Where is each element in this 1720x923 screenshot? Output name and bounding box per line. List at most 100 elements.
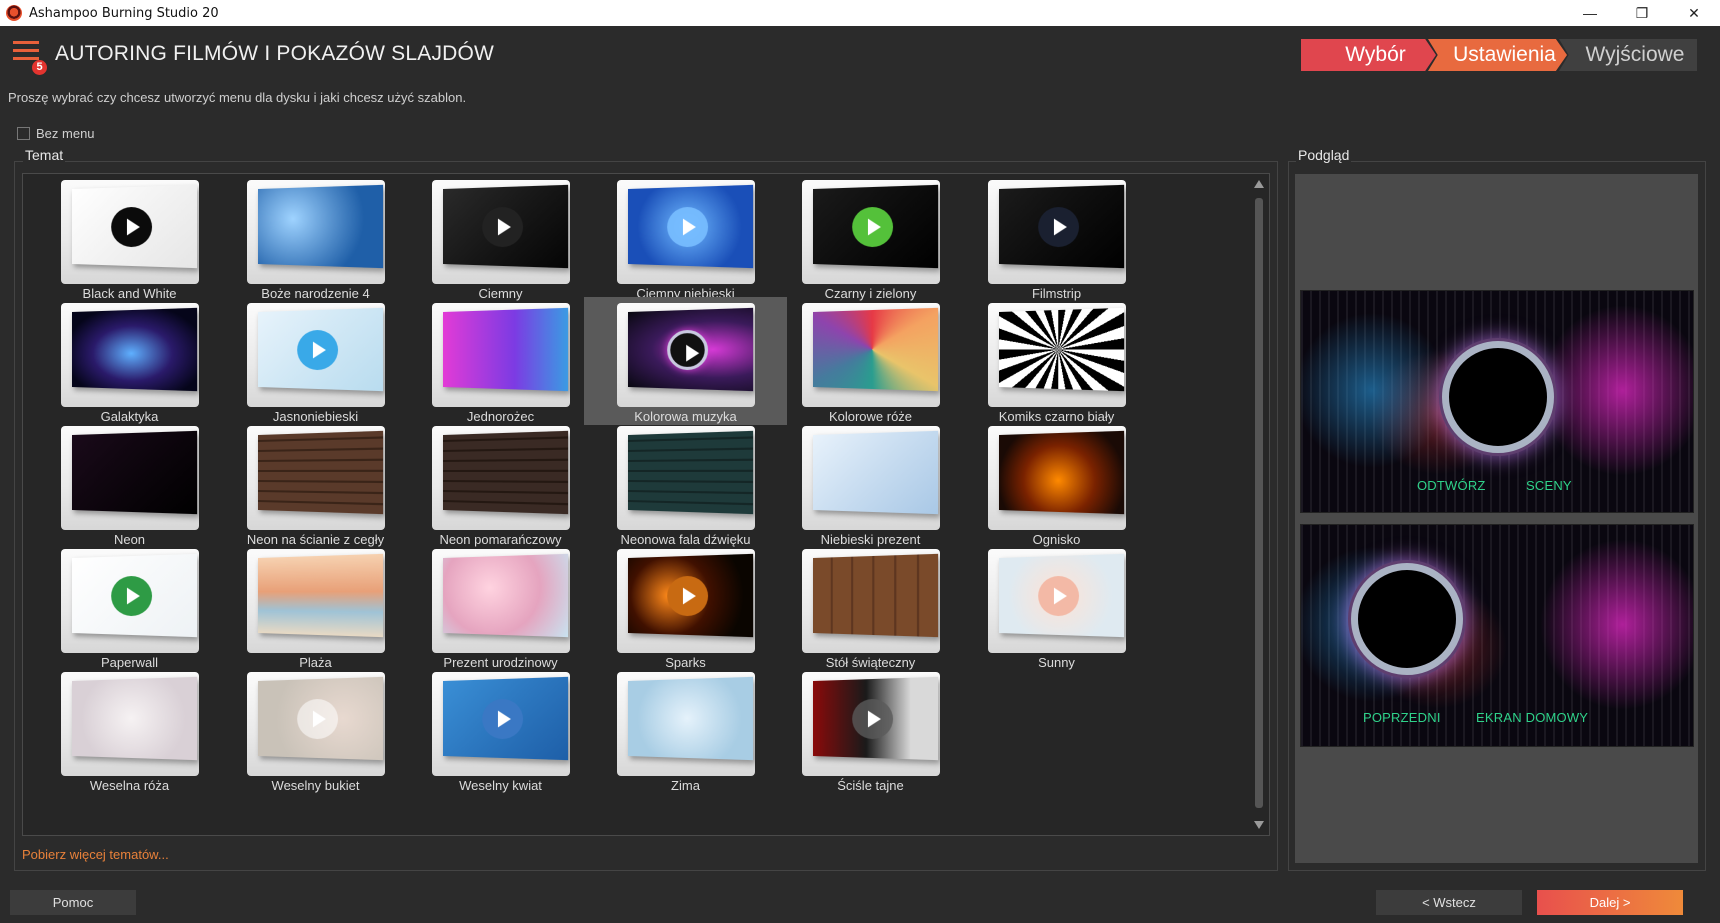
theme-tile[interactable]: Weselny kwiat xyxy=(399,666,602,794)
no-menu-checkbox[interactable] xyxy=(17,127,30,140)
theme-preview-screen xyxy=(443,307,569,392)
theme-tile[interactable]: Ognisko xyxy=(955,420,1158,548)
play-icon xyxy=(667,206,709,247)
theme-tile[interactable]: Komiks czarno biały xyxy=(955,297,1158,425)
theme-preview-screen xyxy=(258,430,384,515)
help-button[interactable]: Pomoc xyxy=(10,890,136,915)
theme-tile[interactable]: Jasnoniebieski xyxy=(214,297,417,425)
theme-tile[interactable]: Kolorowe róże xyxy=(769,297,972,425)
theme-label: Weselny kwiat xyxy=(459,778,542,793)
more-themes-link[interactable]: Pobierz więcej tematów... xyxy=(22,847,169,862)
theme-tile[interactable]: Sunny xyxy=(955,543,1158,671)
theme-tile[interactable]: Kolorowa muzyka xyxy=(584,297,787,425)
theme-tile[interactable]: Ciemny niebieski xyxy=(584,174,787,302)
play-icon xyxy=(482,206,524,247)
no-menu-option[interactable]: Bez menu xyxy=(17,126,95,141)
theme-preview-screen xyxy=(443,553,569,638)
theme-thumbnail xyxy=(61,303,199,407)
restore-button[interactable]: ❐ xyxy=(1616,0,1668,26)
play-icon xyxy=(297,698,339,739)
play-icon xyxy=(667,329,709,370)
close-button[interactable]: ✕ xyxy=(1668,0,1720,26)
theme-tile[interactable]: Boże narodzenie 4 xyxy=(214,174,417,302)
theme-preview-screen xyxy=(443,430,569,515)
theme-thumbnail xyxy=(988,303,1126,407)
theme-thumbnail xyxy=(432,549,570,653)
theme-thumbnail xyxy=(617,180,755,284)
theme-tile[interactable]: Neon na ścianie z cegły xyxy=(214,420,417,548)
menu-icon[interactable]: 5 xyxy=(13,41,47,75)
title-bar: Ashampoo Burning Studio 20 — ❐ ✕ xyxy=(0,0,1720,26)
theme-tile[interactable]: Neonowa fala dźwięku xyxy=(584,420,787,548)
theme-preview-screen xyxy=(999,430,1125,515)
scroll-down-arrow-icon[interactable] xyxy=(1254,821,1264,829)
theme-tile[interactable]: Plaża xyxy=(214,543,417,671)
page-title: AUTORING FILMÓW I POKAZÓW SLAJDÓW xyxy=(55,42,495,65)
theme-tile[interactable]: Neon xyxy=(28,420,231,548)
theme-scrollbar[interactable] xyxy=(1251,174,1267,835)
app-logo-icon xyxy=(6,5,22,21)
theme-tile[interactable]: Ciemny xyxy=(399,174,602,302)
theme-tile[interactable]: Ściśle tajne xyxy=(769,666,972,794)
theme-preview-screen xyxy=(628,676,754,761)
theme-tile[interactable]: Prezent urodzinowy xyxy=(399,543,602,671)
theme-thumbnail xyxy=(61,672,199,776)
theme-thumbnail xyxy=(432,303,570,407)
theme-thumbnail xyxy=(617,426,755,530)
theme-label: Weselna róża xyxy=(89,778,170,793)
theme-thumbnail xyxy=(988,180,1126,284)
step-output[interactable]: Wyjściowe xyxy=(1559,39,1697,71)
theme-label: Sunny xyxy=(1038,655,1075,670)
theme-thumbnail xyxy=(247,426,385,530)
theme-preview-screen xyxy=(443,184,569,269)
theme-tile[interactable]: Galaktyka xyxy=(28,297,231,425)
theme-tile[interactable]: Filmstrip xyxy=(955,174,1158,302)
play-icon xyxy=(1038,206,1080,247)
theme-thumbnail xyxy=(247,549,385,653)
theme-tile[interactable]: Niebieski prezent xyxy=(769,420,972,548)
theme-preview-screen xyxy=(72,307,198,392)
theme-tile[interactable]: Black and White xyxy=(28,174,231,302)
scroll-up-arrow-icon[interactable] xyxy=(1254,180,1264,188)
theme-label: Weselny bukiet xyxy=(271,778,360,793)
preview-scenes-label: SCENY xyxy=(1526,478,1572,493)
theme-preview-screen xyxy=(72,184,198,269)
theme-thumbnail xyxy=(432,426,570,530)
step-selection[interactable]: Wybór xyxy=(1301,39,1436,71)
theme-preview-screen xyxy=(813,676,939,761)
theme-tile[interactable]: Sparks xyxy=(584,543,787,671)
theme-preview-screen xyxy=(999,184,1125,269)
back-button[interactable]: < Wstecz xyxy=(1376,890,1522,915)
theme-preview-screen xyxy=(72,553,198,638)
theme-tile[interactable]: Weselny bukiet xyxy=(214,666,417,794)
theme-tile[interactable]: Stół świąteczny xyxy=(769,543,972,671)
preview-ring xyxy=(1442,341,1554,453)
theme-thumbnail xyxy=(802,180,940,284)
theme-tile[interactable]: Weselna róża xyxy=(28,666,231,794)
theme-thumbnail xyxy=(247,303,385,407)
play-icon xyxy=(1038,575,1080,616)
scroll-thumb[interactable] xyxy=(1255,198,1263,808)
theme-preview-screen xyxy=(258,676,384,761)
theme-thumbnail xyxy=(247,672,385,776)
theme-thumbnail xyxy=(988,426,1126,530)
step-settings[interactable]: Ustawienia xyxy=(1428,39,1567,71)
play-icon xyxy=(111,206,153,247)
theme-thumbnail xyxy=(432,672,570,776)
play-icon xyxy=(482,698,524,739)
theme-preview-screen xyxy=(72,430,198,515)
theme-thumbnail xyxy=(802,303,940,407)
theme-preview-screen xyxy=(258,184,384,269)
minimize-button[interactable]: — xyxy=(1564,0,1616,26)
theme-thumbnail xyxy=(988,549,1126,653)
theme-tile[interactable]: Czarny i zielony xyxy=(769,174,972,302)
play-icon xyxy=(111,575,153,616)
theme-tile[interactable]: Paperwall xyxy=(28,543,231,671)
window-controls: — ❐ ✕ xyxy=(1564,0,1720,26)
next-button[interactable]: Dalej > xyxy=(1537,890,1683,915)
theme-tile[interactable]: Jednorożec xyxy=(399,297,602,425)
theme-thumbnail xyxy=(617,672,755,776)
theme-tile[interactable]: Zima xyxy=(584,666,787,794)
theme-tile[interactable]: Neon pomarańczowy xyxy=(399,420,602,548)
theme-preview-screen xyxy=(628,184,754,269)
